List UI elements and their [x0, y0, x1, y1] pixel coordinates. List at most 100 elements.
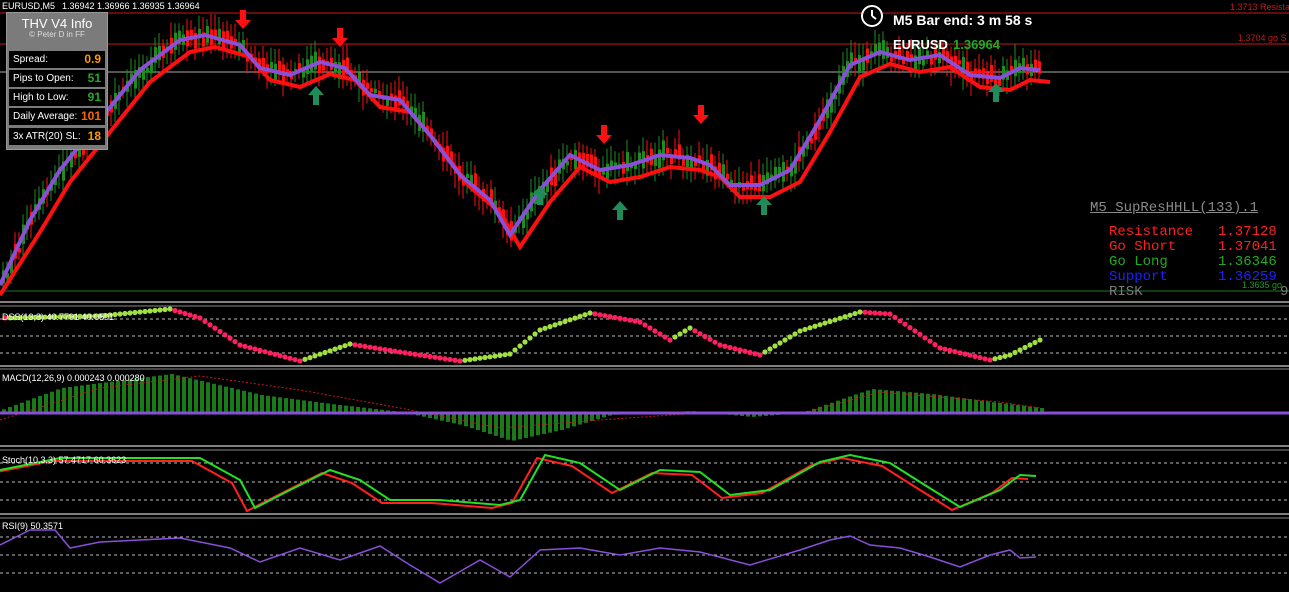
- dss-dot: [482, 354, 488, 361]
- dss-dot: [677, 331, 683, 337]
- macd-bar: [470, 413, 474, 429]
- dss-dot: [352, 342, 358, 348]
- dss-dot: [607, 314, 613, 320]
- candle-body: [958, 60, 961, 65]
- dss-dot: [967, 352, 973, 358]
- dss-dot: [637, 319, 643, 325]
- macd-bar: [68, 386, 72, 413]
- bar-end-timer: M5 Bar end: 3 m 58 s: [893, 12, 1033, 28]
- macd-bar: [224, 386, 228, 413]
- candle-body: [314, 51, 317, 70]
- buy-arrow-icon: [988, 83, 1004, 102]
- macd-bar: [548, 413, 552, 433]
- dss-dot: [1012, 349, 1018, 356]
- dss-dot: [252, 346, 258, 352]
- dss-dot: [422, 353, 428, 359]
- dss-dot: [392, 348, 398, 354]
- macd-bar: [572, 413, 576, 427]
- dss-dot: [687, 325, 693, 331]
- macd-bar: [968, 399, 972, 413]
- dss-dot: [657, 331, 663, 337]
- macd-bar: [848, 396, 852, 413]
- dss-dot: [597, 312, 603, 318]
- dss-dot: [527, 335, 533, 341]
- candle-body: [270, 62, 273, 69]
- dss-dot: [1032, 339, 1038, 346]
- info-row-atr-sl: 3x ATR(20) SL: 18: [9, 128, 105, 145]
- dss-dot: [147, 308, 153, 314]
- dss-dot: [762, 349, 768, 355]
- dss-dot: [512, 347, 518, 353]
- dss-dot: [142, 308, 148, 315]
- dss-dot: [247, 345, 253, 351]
- macd-bar: [854, 394, 858, 413]
- dss-dot: [257, 347, 263, 353]
- dss-dot: [847, 312, 853, 318]
- dss-dot: [467, 357, 473, 363]
- dss-dot: [442, 356, 448, 362]
- macd-bar: [458, 413, 462, 425]
- dss-dot: [152, 307, 158, 314]
- dss-dot: [347, 341, 353, 347]
- dss-dot: [927, 338, 933, 344]
- dss-dot: [377, 346, 383, 352]
- dss-dot: [787, 334, 793, 340]
- dss-dot: [167, 306, 173, 312]
- dss-dot: [792, 331, 798, 337]
- macd-bar: [254, 393, 258, 413]
- dss-dot: [952, 349, 958, 355]
- chart-canvas[interactable]: [0, 0, 1289, 592]
- dss-dot: [562, 318, 568, 325]
- dss-dot: [477, 355, 483, 361]
- dss-dot: [957, 350, 963, 356]
- dss-dot: [892, 314, 898, 320]
- macd-bar: [860, 392, 864, 413]
- info-row-high-to-low: High to Low: 91: [9, 89, 105, 106]
- dss-dot: [752, 351, 758, 357]
- dss-dot: [227, 335, 233, 341]
- macd-bar: [164, 374, 168, 413]
- dss-dot: [707, 336, 713, 342]
- dss-dot: [797, 328, 803, 334]
- dss-dot: [337, 344, 343, 350]
- dss-dot: [732, 346, 738, 352]
- dss-dot: [187, 312, 193, 318]
- macd-bar: [44, 393, 48, 413]
- macd-bar: [272, 396, 276, 413]
- dss-dot: [277, 353, 283, 359]
- dss-dot: [132, 309, 138, 316]
- info-row-daily-average: Daily Average: 101: [9, 108, 105, 125]
- dss-dot: [932, 342, 938, 348]
- dss-dot: [397, 349, 403, 355]
- dss-dot: [552, 322, 558, 328]
- macd-bar: [500, 413, 504, 438]
- dss-dot: [647, 325, 653, 331]
- macd-bar: [464, 413, 468, 427]
- dss-dot: [427, 353, 433, 360]
- macd-bar: [482, 413, 486, 433]
- dss-dot: [547, 324, 553, 330]
- dss-dot: [502, 352, 508, 358]
- dss-dot: [697, 331, 703, 337]
- candle-body: [218, 28, 221, 45]
- dss-dot: [812, 323, 818, 329]
- supres-go-long-label: Go Long: [1109, 254, 1168, 270]
- dss-dot: [1022, 344, 1028, 351]
- dss-dot: [712, 339, 718, 345]
- dss-dot: [1002, 353, 1008, 359]
- macd-bar: [926, 393, 930, 413]
- dss-dot: [617, 315, 623, 321]
- macd-bar: [176, 375, 180, 413]
- macd-bar: [998, 402, 1002, 413]
- dss-dot: [877, 310, 883, 316]
- dss-dot: [682, 328, 688, 334]
- dss-dot: [772, 343, 778, 349]
- macd-bar: [878, 389, 882, 413]
- info-label: High to Low:: [13, 92, 69, 103]
- dss-dot: [982, 356, 988, 362]
- dss-dot: [532, 331, 538, 337]
- ohlc-values: 1.36942 1.36966 1.36935 1.36964: [62, 1, 200, 11]
- dss-dot: [417, 352, 423, 358]
- dss-dot: [357, 343, 363, 349]
- dss-dot: [627, 317, 633, 323]
